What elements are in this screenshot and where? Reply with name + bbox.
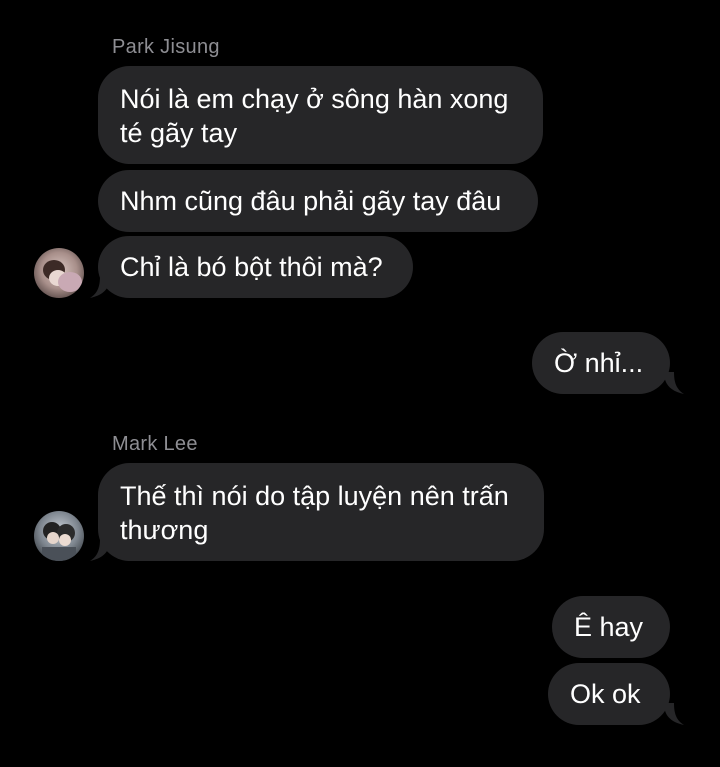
message-bubble[interactable]: Nhm cũng đâu phải gãy tay đâu [98,170,538,232]
bubble-tail-icon [664,703,684,725]
avatar-mark-lee[interactable] [34,511,84,561]
message-bubble[interactable]: Chỉ là bó bột thôi mà? [98,236,413,298]
avatar-park-jisung-icon [34,248,84,298]
message-text: Chỉ là bó bột thôi mà? [120,252,383,282]
message-text: Ờ nhỉ... [554,348,644,378]
message-bubble[interactable]: Nói là em chạy ở sông hàn xong té gãy ta… [98,66,543,164]
bubble-tail-icon [90,539,110,561]
message-text: Nói là em chạy ở sông hàn xong té gãy ta… [120,84,509,148]
bubble-tail-icon [90,276,110,298]
avatar-park-jisung[interactable] [34,248,84,298]
message-text: Ok ok [570,679,641,709]
message-bubble[interactable]: Ok ok [548,663,670,725]
avatar-mark-lee-icon [34,511,84,561]
message-text: Ê hay [574,612,644,642]
sender-name-park-jisung: Park Jisung [112,36,220,58]
message-text: Nhm cũng đâu phải gãy tay đâu [120,186,502,216]
message-bubble[interactable]: Ê hay [552,596,670,658]
bubble-tail-icon [664,372,684,394]
sender-name-mark-lee: Mark Lee [112,433,198,455]
message-text: Thế thì nói do tập luyện nên trấn thương [120,481,509,545]
message-bubble[interactable]: Ờ nhỉ... [532,332,670,394]
message-bubble[interactable]: Thế thì nói do tập luyện nên trấn thương [98,463,544,561]
